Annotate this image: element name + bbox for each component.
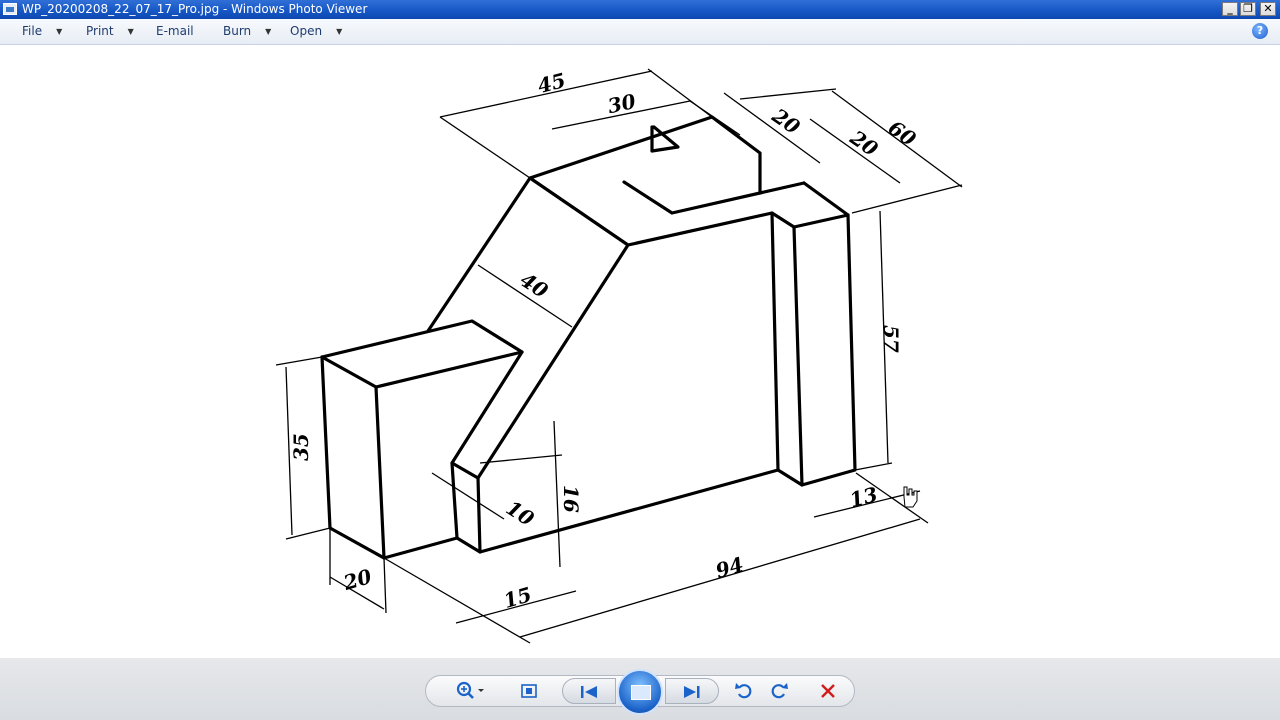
chevron-down-icon: ▼	[336, 27, 343, 36]
slideshow-button[interactable]	[617, 669, 663, 715]
image-viewport[interactable]: 45 30 20 20 60 40 57 35 16 10 13 94 20 1…	[0, 45, 1280, 658]
dimension-10: 10	[502, 496, 538, 531]
menu-print[interactable]: Print ▼	[86, 19, 134, 44]
previous-icon	[581, 686, 597, 698]
menu-file[interactable]: File ▼	[22, 19, 62, 44]
window-title: WP_20200208_22_07_17_Pro.jpg - Windows P…	[22, 2, 368, 16]
menu-burn-label: Burn	[223, 24, 252, 38]
next-button[interactable]	[665, 678, 719, 704]
dimension-16: 16	[559, 485, 583, 513]
previous-button[interactable]	[562, 678, 616, 704]
photo-viewer-app-icon	[3, 3, 17, 15]
dimension-30: 30	[606, 89, 638, 118]
magnifier-icon[interactable]	[452, 678, 488, 704]
dimension-20-top: 20	[767, 103, 804, 139]
dimension-40: 40	[516, 268, 552, 303]
dimension-94: 94	[713, 552, 746, 583]
hand-cursor-icon	[903, 486, 918, 508]
title-bar: WP_20200208_22_07_17_Pro.jpg - Windows P…	[0, 0, 1280, 19]
dimension-35: 35	[289, 433, 313, 461]
next-icon	[684, 686, 700, 698]
help-icon[interactable]: ?	[1252, 23, 1268, 39]
rotate-counterclockwise-icon[interactable]	[729, 678, 759, 704]
rotate-clockwise-icon[interactable]	[764, 678, 794, 704]
menu-open-label: Open	[290, 24, 323, 38]
menu-email[interactable]: E-mail	[156, 19, 194, 44]
isometric-technical-drawing: 45 30 20 20 60 40 57 35 16 10 13 94 20 1…	[275, 68, 963, 644]
chevron-down-icon: ▼	[127, 27, 134, 36]
dimension-13: 13	[847, 482, 880, 512]
menu-bar: File ▼ Print ▼ E-mail Burn ▼ Open ▼	[0, 19, 1280, 45]
menu-open[interactable]: Open ▼	[290, 19, 342, 44]
chevron-down-icon: ▼	[265, 27, 272, 36]
actual-size-icon[interactable]	[514, 678, 544, 704]
menu-print-label: Print	[86, 24, 114, 38]
dimension-45: 45	[535, 68, 568, 98]
restore-button[interactable]: ❐	[1240, 2, 1256, 16]
object-outline	[320, 115, 857, 560]
menu-burn[interactable]: Burn ▼	[223, 19, 271, 44]
dimension-20-mid: 20	[845, 125, 882, 161]
dimension-15: 15	[501, 582, 534, 613]
minimize-button[interactable]: _	[1222, 2, 1238, 16]
delete-icon[interactable]	[813, 678, 843, 704]
dimension-57: 57	[879, 325, 903, 353]
menu-email-label: E-mail	[156, 24, 194, 38]
slideshow-icon	[631, 685, 651, 700]
dimension-20-bottom: 20	[340, 564, 374, 595]
chevron-down-icon: ▼	[56, 27, 63, 36]
menu-file-label: File	[22, 24, 43, 38]
dimension-60: 60	[884, 115, 921, 151]
close-button[interactable]: ✕	[1260, 2, 1276, 16]
bottom-toolbar	[0, 658, 1280, 720]
